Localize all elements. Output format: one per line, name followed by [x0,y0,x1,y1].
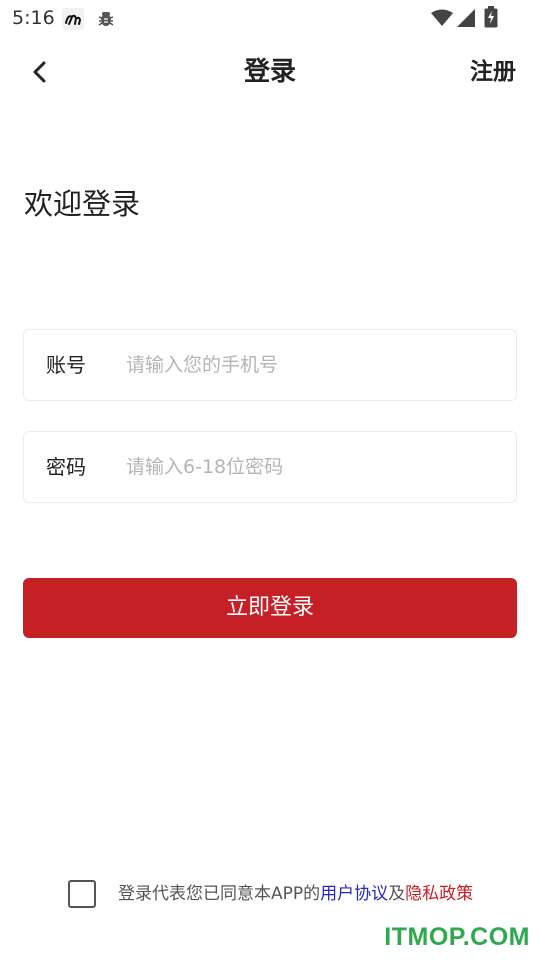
phone-input[interactable] [126,330,506,400]
password-field: 密码 [23,431,517,503]
password-label: 密码 [46,455,86,479]
status-bar: 5:16 [0,0,540,36]
welcome-heading: 欢迎登录 [24,187,141,221]
cellular-signal-icon [456,8,476,28]
agreement-conjunction: 及 [388,884,406,904]
agreement-row: 登录代表您已同意本APP的用户协议及隐私政策 [68,880,508,908]
bug-icon [96,9,116,29]
app-notification-icon [62,8,84,30]
page-title: 登录 [243,57,296,87]
agreement-text: 登录代表您已同意本APP的用户协议及隐私政策 [118,880,473,908]
user-agreement-link[interactable]: 用户协议 [320,884,388,904]
privacy-policy-link[interactable]: 隐私政策 [405,884,473,904]
watermark: ITMOP.COM [384,923,530,951]
account-label: 账号 [46,353,86,377]
register-link[interactable]: 注册 [470,54,516,90]
nav-bar: 登录 注册 [0,44,540,100]
agreement-prefix: 登录代表您已同意本APP的 [118,884,321,904]
account-field: 账号 [23,329,517,401]
wifi-icon [430,9,454,27]
status-time: 5:16 [12,7,55,29]
password-input[interactable] [126,432,506,502]
agree-checkbox[interactable] [68,880,96,908]
login-button[interactable]: 立即登录 [23,578,517,638]
battery-charging-icon [484,6,498,28]
